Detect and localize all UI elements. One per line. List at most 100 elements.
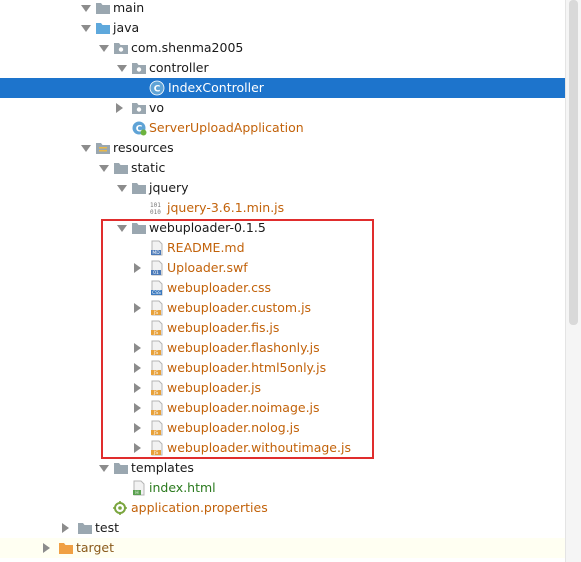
scrollbar-thumb[interactable]: [569, 0, 578, 325]
expand-arrow-icon[interactable]: [40, 538, 52, 558]
tree-row-java[interactable]: java: [0, 18, 565, 38]
tree-row-resources[interactable]: resources: [0, 138, 565, 158]
tree-row-webuploader-nolog-js[interactable]: JS webuploader.nolog.js: [0, 418, 565, 438]
tree-row-label: webuploader.withoutimage.js: [167, 440, 351, 455]
svg-text:JS: JS: [153, 310, 158, 316]
tree-row-label: resources: [113, 140, 174, 155]
svg-text:010: 010: [150, 209, 161, 216]
spring-app-icon: C: [131, 120, 147, 136]
tree-row-label: webuploader.html5only.js: [167, 360, 327, 375]
tree-row-package[interactable]: com.shenma2005: [0, 38, 565, 58]
tree-row-label: templates: [131, 460, 194, 475]
expand-arrow-icon[interactable]: [59, 518, 71, 538]
tree-row-label: webuploader.css: [167, 280, 271, 295]
tree-row-label: IndexController: [168, 80, 264, 95]
expand-arrow-icon[interactable]: [131, 398, 143, 418]
tree-row-webuploader-html5only-js[interactable]: JS webuploader.html5only.js: [0, 358, 565, 378]
tree-row-webuploader-css[interactable]: CSS webuploader.css: [0, 278, 565, 298]
folder-icon: [113, 160, 129, 176]
expand-arrow-icon[interactable]: [131, 358, 143, 378]
tree-row-label: README.md: [167, 240, 245, 255]
tree-row-label: static: [131, 160, 166, 175]
expand-arrow-icon[interactable]: [113, 98, 125, 118]
folder-icon: [131, 60, 147, 76]
tree-row-label: webuploader.js: [167, 380, 262, 395]
vertical-scrollbar[interactable]: [565, 0, 581, 562]
tree-row-label: Uploader.swf: [167, 260, 248, 275]
tree-row-label: webuploader.custom.js: [167, 300, 312, 315]
svg-text:01: 01: [153, 270, 159, 276]
tree-row-readme[interactable]: MD README.md: [0, 238, 565, 258]
collapse-arrow-icon[interactable]: [80, 138, 92, 158]
svg-text:CSS: CSS: [152, 290, 161, 296]
expand-arrow-icon[interactable]: [131, 438, 143, 458]
tree-row-webuploader-withoutimage-js[interactable]: JS webuploader.withoutimage.js: [0, 438, 565, 458]
tree-row-webuploader-noimage-js[interactable]: JS webuploader.noimage.js: [0, 398, 565, 418]
tree-row-label: index.html: [149, 480, 216, 495]
js-file-icon: JS: [149, 360, 165, 376]
expand-arrow-icon[interactable]: [131, 418, 143, 438]
collapse-arrow-icon[interactable]: [116, 218, 128, 238]
collapse-arrow-icon[interactable]: [98, 38, 110, 58]
properties-file-icon: [113, 500, 129, 516]
tree-row-vo[interactable]: vo: [0, 98, 565, 118]
project-tree[interactable]: main java com.shenma2005 controller C In…: [0, 0, 565, 562]
source-folder-icon: [95, 20, 111, 36]
tree-row-jquery-min-js[interactable]: 101 010 jquery-3.6.1.min.js: [0, 198, 565, 218]
svg-text:JS: JS: [153, 370, 158, 376]
tree-row-webuploader-flashonly-js[interactable]: JS webuploader.flashonly.js: [0, 338, 565, 358]
collapse-arrow-icon[interactable]: [98, 158, 110, 178]
js-file-icon: JS: [149, 420, 165, 436]
collapse-arrow-icon[interactable]: [116, 178, 128, 198]
tree-row-label: webuploader.flashonly.js: [167, 340, 320, 355]
tree-row-webuploader-fis-js[interactable]: JS webuploader.fis.js: [0, 318, 565, 338]
svg-text:JS: JS: [153, 410, 158, 416]
resources-folder-icon: [95, 140, 111, 156]
js-file-icon: JS: [149, 300, 165, 316]
tree-row-label: main: [113, 0, 145, 15]
js-file-icon: JS: [149, 340, 165, 356]
tree-row-webuploader-custom-js[interactable]: JS webuploader.custom.js: [0, 298, 565, 318]
svg-text:JS: JS: [153, 390, 158, 396]
tree-row-target[interactable]: target: [0, 538, 565, 558]
md-file-icon: MD: [149, 240, 165, 256]
folder-icon: [131, 180, 147, 196]
tree-row-label: controller: [149, 60, 209, 75]
binary-file-icon: 101 010: [149, 200, 165, 216]
tree-row-test[interactable]: test: [0, 518, 565, 538]
folder-icon: [131, 100, 147, 116]
svg-text:MD: MD: [152, 250, 160, 256]
html-file-icon: H: [131, 480, 147, 496]
expand-arrow-icon[interactable]: [131, 378, 143, 398]
expand-arrow-icon[interactable]: [131, 298, 143, 318]
expand-arrow-icon[interactable]: [131, 338, 143, 358]
tree-row-jquery[interactable]: jquery: [0, 178, 565, 198]
collapse-arrow-icon[interactable]: [116, 58, 128, 78]
tree-row-controller[interactable]: controller: [0, 58, 565, 78]
tree-row-uploader-swf[interactable]: 01 Uploader.swf: [0, 258, 565, 278]
svg-text:JS: JS: [153, 350, 158, 356]
tree-row-webuploader-js[interactable]: JS webuploader.js: [0, 378, 565, 398]
tree-row-label: webuploader.nolog.js: [167, 420, 300, 435]
svg-text:JS: JS: [153, 430, 158, 436]
class-icon: C: [149, 80, 165, 96]
tree-row-static[interactable]: static: [0, 158, 565, 178]
tree-row-webuploader-folder[interactable]: webuploader-0.1.5: [0, 218, 565, 238]
tree-row-label: jquery: [149, 180, 189, 195]
svg-text:C: C: [154, 85, 161, 95]
expand-arrow-icon[interactable]: [131, 258, 143, 278]
collapse-arrow-icon[interactable]: [98, 458, 110, 478]
tree-row-index-html[interactable]: H index.html: [0, 478, 565, 498]
collapse-arrow-icon[interactable]: [80, 0, 92, 18]
js-file-icon: JS: [149, 440, 165, 456]
svg-text:H: H: [135, 490, 138, 496]
tree-row-indexcontroller[interactable]: C IndexController: [0, 78, 565, 98]
tree-row-templates[interactable]: templates: [0, 458, 565, 478]
folder-icon: [95, 0, 111, 16]
tree-row-serveruploadapplication[interactable]: C ServerUploadApplication: [0, 118, 565, 138]
tree-row-application-properties[interactable]: application.properties: [0, 498, 565, 518]
collapse-arrow-icon[interactable]: [80, 18, 92, 38]
excluded-folder-icon: [58, 540, 74, 556]
tree-row-label: vo: [149, 100, 165, 115]
tree-row-main[interactable]: main: [0, 0, 565, 18]
